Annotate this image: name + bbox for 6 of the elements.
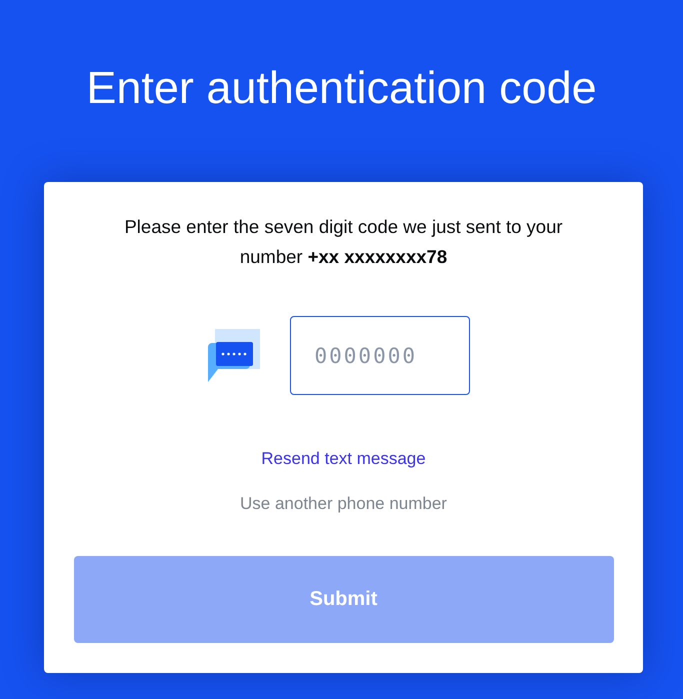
page-title: Enter authentication code <box>85 61 598 115</box>
instruction-text: Please enter the seven digit code we just sent to your number +xx xxxxxxxx78 <box>123 215 564 269</box>
code-field[interactable]: 0000000 <box>290 316 470 395</box>
chat-bubble-icon <box>208 329 260 382</box>
link[interactable]: Resend text message <box>261 449 426 469</box>
link[interactable]: Use another phone number <box>240 494 447 514</box>
